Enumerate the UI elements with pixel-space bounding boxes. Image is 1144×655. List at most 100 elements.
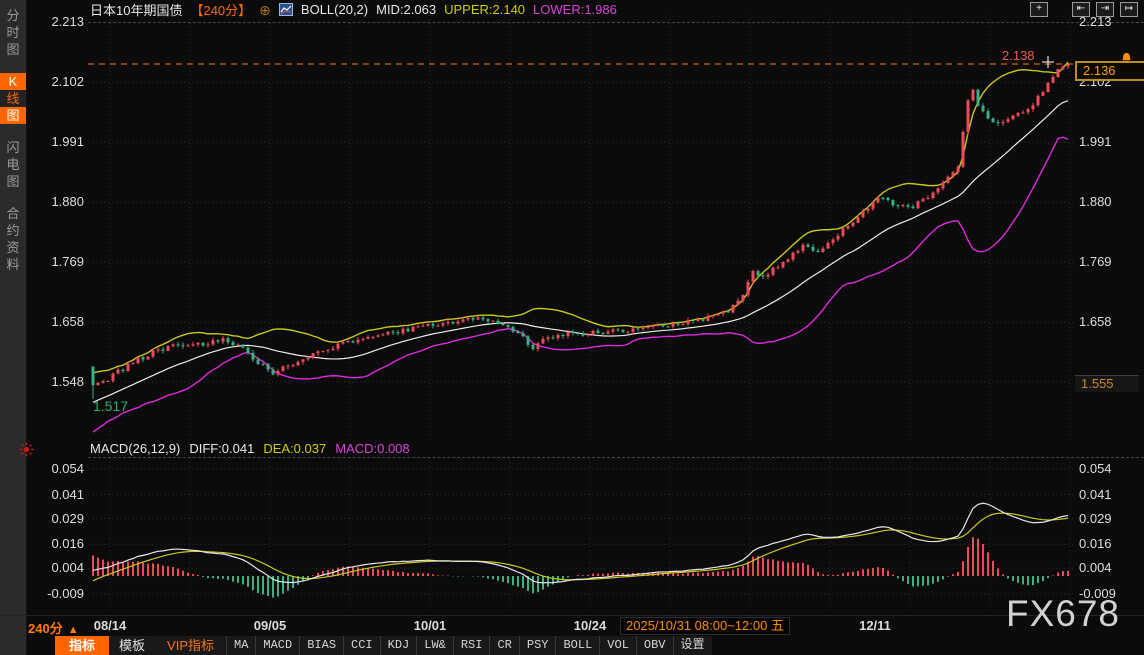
compress-axis-icon[interactable]: ⇤: [1072, 2, 1090, 17]
alert-icon[interactable]: [19, 442, 34, 462]
footer-tab-MACD[interactable]: MACD: [255, 636, 299, 655]
price-axis-label-left: 2.102: [51, 74, 84, 90]
macd-params-label: MACD(26,12,9): [90, 441, 181, 456]
x-axis-row: 240分 ▲ 08/14 09/05 10/01 10/24 12/11 2025/10/…: [0, 615, 1144, 636]
footer-tab-VOL[interactable]: VOL: [599, 636, 636, 655]
price-axis-label-right: 0.041: [1079, 486, 1112, 502]
sidebar-item-char: 线: [0, 90, 26, 107]
chart-header: 日本10年期国债 【240分】 ⊕ BOLL(20,2) MID:2.063 U…: [90, 1, 617, 18]
price-axis-label-left: 1.880: [51, 194, 84, 210]
shift-right-icon[interactable]: ↦: [1120, 2, 1138, 17]
sidebar-item-char: 电: [6, 157, 20, 172]
footer-tab-指标[interactable]: 指标: [55, 636, 110, 655]
sidebar-item-char: 料: [6, 257, 20, 272]
price-axis-label-left: 1.769: [51, 254, 84, 270]
macd-dea-line: [92, 512, 1069, 582]
price-axis-label-right: 1.769: [1079, 254, 1112, 270]
x-axis-date: 10/24: [573, 618, 607, 633]
footer-tab-OBV[interactable]: OBV: [635, 636, 673, 655]
price-axis-label-left: 0.054: [51, 460, 84, 476]
macd-chart-canvas[interactable]: [88, 458, 1075, 614]
brand-watermark: FX678: [1006, 593, 1121, 634]
price-axis-label-right: 0.029: [1079, 510, 1112, 526]
main-chart-canvas[interactable]: [88, 15, 1075, 440]
sidebar-item-kline-chart[interactable]: K线图: [0, 73, 26, 124]
price-axis-label-right: 1.880: [1079, 194, 1112, 210]
period-chip[interactable]: 240分 ▲: [28, 618, 79, 637]
footer-tab-VIP指标[interactable]: VIP指标: [155, 636, 226, 655]
footer-tab-设置[interactable]: 设置: [672, 636, 712, 655]
price-axis-label-left: 0.041: [51, 486, 84, 502]
sidebar-item-char: 合: [6, 206, 20, 221]
footer-tab-BOLL[interactable]: BOLL: [555, 636, 599, 655]
price-axis-label-right: 1.658: [1079, 314, 1112, 330]
price-axis-label-left: 2.213: [51, 14, 84, 30]
sidebar-item-char: 时: [6, 25, 20, 40]
footer-tab-BIAS[interactable]: BIAS: [299, 636, 343, 655]
boll-lower-line: [92, 136, 1069, 433]
circle-plus-icon[interactable]: ⊕: [259, 3, 271, 17]
period-label: 【240分】: [190, 3, 252, 18]
macd-header: MACD(26,12,9) DIFF:0.041 DEA:0.037 MACD:…: [90, 441, 410, 456]
sidebar-item-char: 图: [0, 107, 26, 124]
sidebar-item-char: 资: [6, 240, 20, 255]
selected-candle-timestamp: 2025/10/31 08:00~12:00 五: [620, 617, 790, 635]
main-grid: [88, 15, 1075, 440]
macd-diff-line: [92, 502, 1069, 584]
footer-tab-PSY[interactable]: PSY: [518, 636, 556, 655]
current-price-tag: 2.136: [1075, 61, 1144, 81]
boll-mid-line: [92, 100, 1069, 403]
price-axis-label-left: 0.004: [51, 560, 84, 576]
sidebar-item-char: 图: [6, 42, 20, 57]
boll-upper-line: [92, 61, 1069, 374]
instrument-title: 日本10年期国债: [90, 3, 183, 18]
footer-tab-KDJ[interactable]: KDJ: [379, 636, 417, 655]
boll-mid-value: MID:2.063: [376, 2, 437, 17]
alarm-bell-icon[interactable]: [1120, 51, 1133, 69]
macd-diff-value: DIFF:0.041: [189, 441, 255, 456]
chart-type-sidebar: 分时图K线图闪电图合约资料: [0, 0, 27, 655]
indicator-tab-bar: 指标 模板 VIP指标 MA MACD BIAS CCI KDJ LW& RSI CR PSY BOLL…: [55, 636, 712, 655]
x-axis-date: 09/05: [253, 618, 287, 633]
boll-params-label: BOLL(20,2): [300, 2, 369, 17]
period-chip-label: 240分: [28, 621, 63, 636]
footer-tab-LW&[interactable]: LW&: [416, 636, 453, 655]
price-axis-label-right: 0.054: [1079, 460, 1112, 476]
chart-application: 分时图K线图闪电图合约资料 日本10年期国债 【240分】 ⊕ BOLL(20,…: [0, 0, 1144, 655]
price-axis-label-left: 1.548: [51, 373, 84, 389]
price-axis-label-left: 0.029: [51, 510, 84, 526]
price-axis-label-right: 0.016: [1079, 536, 1112, 552]
macd-macd-value: MACD:0.008: [335, 441, 410, 456]
price-axis-label-left: 1.658: [51, 314, 84, 330]
sidebar-item-flash-chart[interactable]: 闪电图: [0, 139, 26, 190]
expand-axis-icon[interactable]: ⇥: [1096, 2, 1114, 17]
move-icon[interactable]: +: [1030, 2, 1048, 17]
sidebar-item-char: K: [0, 73, 26, 90]
crosshair-marker: [1042, 56, 1054, 68]
footer-tab-RSI[interactable]: RSI: [452, 636, 490, 655]
macd-histogram: [92, 537, 1069, 598]
reference-price-tag: 1.555: [1075, 376, 1139, 392]
sidebar-item-char: 图: [6, 174, 20, 189]
sidebar-item-time-chart[interactable]: 分时图: [0, 7, 26, 58]
footer-tab-CR[interactable]: CR: [489, 636, 518, 655]
x-axis-date: 12/11: [859, 618, 891, 633]
x-axis-date: 08/14: [93, 618, 127, 633]
footer-tab-模板[interactable]: 模板: [109, 636, 155, 655]
price-axis-label-left: -0.009: [47, 585, 84, 601]
sidebar-item-contract-info[interactable]: 合约资料: [0, 205, 26, 273]
price-axis-label-right: 0.004: [1079, 560, 1112, 576]
chart-toolbar: + ⇤ ⇥ ↦: [1030, 2, 1138, 17]
sidebar-item-char: 闪: [6, 140, 20, 155]
price-axis-label-left: 0.016: [51, 536, 84, 552]
chart-style-icon[interactable]: [278, 3, 293, 16]
footer-tab-MA[interactable]: MA: [226, 636, 255, 655]
price-axis-label-left: 1.991: [51, 134, 84, 150]
footer-tab-CCI[interactable]: CCI: [343, 636, 380, 655]
sidebar-item-char: 约: [6, 223, 20, 238]
boll-lower-value: LOWER:1.986: [533, 2, 617, 17]
boll-upper-value: UPPER:2.140: [444, 2, 526, 17]
price-axis-label-right: 1.991: [1079, 134, 1112, 150]
session-low-label: 1.517: [93, 398, 129, 414]
sidebar-item-char: 分: [6, 8, 20, 23]
